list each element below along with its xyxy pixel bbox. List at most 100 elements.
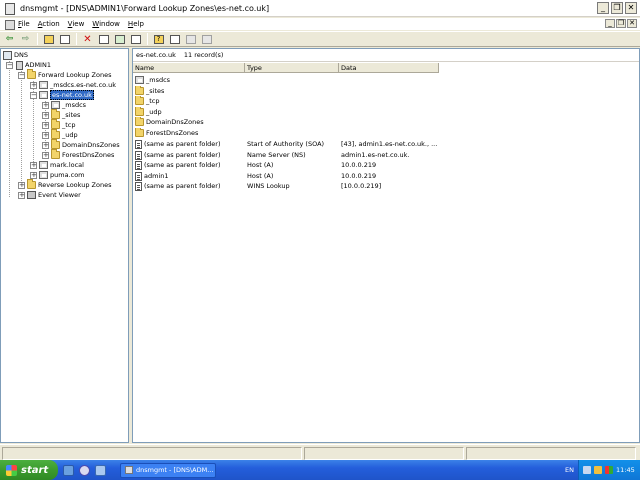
tree-label: ForestDnsZones	[62, 151, 115, 159]
expand-toggle[interactable]: +	[18, 192, 25, 199]
minimize-button[interactable]: _	[597, 2, 609, 14]
item-name: _msdcs	[146, 76, 171, 84]
record-data: 10.0.0.219	[341, 161, 377, 169]
restore-button[interactable]: ❐	[611, 2, 623, 14]
record-icon	[135, 160, 142, 170]
back-arrow-icon[interactable]: ⇦	[3, 33, 16, 46]
expand-toggle[interactable]: +	[30, 172, 37, 179]
expand-toggle[interactable]: +	[42, 152, 49, 159]
child-close-button[interactable]: ✕	[627, 19, 637, 28]
menu-window[interactable]: Window	[92, 20, 120, 28]
table-row[interactable]: (same as parent folder) Host (A) 10.0.0.…	[133, 160, 639, 170]
child-minimize-button[interactable]: _	[605, 19, 615, 28]
console-tree[interactable]: DNS − ADMIN1 − Forward Lookup Zones + _m…	[0, 48, 129, 443]
child-restore-button[interactable]: ❐	[616, 19, 626, 28]
expand-toggle[interactable]: +	[30, 82, 37, 89]
list-item[interactable]: _tcp	[133, 96, 639, 106]
tree-node-reverse-lookup-zones[interactable]: Reverse Lookup Zones	[27, 179, 111, 190]
event-viewer-icon	[27, 191, 36, 199]
table-row[interactable]: (same as parent folder) WINS Lookup [10.…	[133, 181, 639, 191]
collapse-toggle[interactable]: −	[6, 62, 13, 69]
up-folder-icon[interactable]	[42, 33, 55, 46]
quick-launch-desktop-icon[interactable]	[63, 464, 74, 476]
status-pane-secondary	[304, 447, 464, 460]
expand-toggle[interactable]: +	[42, 122, 49, 129]
taskbar-button-dnsmgmt[interactable]: dnsmgmt - [DNS\ADM...	[120, 462, 216, 478]
record-count: 11 record(s)	[183, 51, 224, 59]
list-item[interactable]: ForestDnsZones	[133, 128, 639, 138]
table-row[interactable]: (same as parent folder) Name Server (NS)…	[133, 150, 639, 160]
column-header-type[interactable]: Type	[245, 63, 339, 73]
window-title: dnsmgmt - [DNS\ADMIN1\Forward Lookup Zon…	[20, 3, 270, 13]
close-button[interactable]: ✕	[625, 2, 637, 14]
security-icon[interactable]	[594, 466, 602, 474]
child-window-controls: _ ❐ ✕	[605, 19, 637, 28]
toolbar-separator	[37, 33, 38, 45]
toolbar-separator	[76, 33, 77, 45]
record-icon[interactable]	[184, 33, 197, 46]
column-header-name[interactable]: Name	[133, 63, 245, 73]
list-item[interactable]: _udp	[133, 107, 639, 117]
record-name: (same as parent folder)	[144, 140, 221, 148]
tree-label-selected: es-net.co.uk	[50, 90, 94, 100]
quick-launch-explorer-icon[interactable]	[95, 464, 106, 476]
expand-toggle[interactable]: +	[42, 102, 49, 109]
folder-icon	[51, 119, 60, 129]
collapse-toggle[interactable]: −	[18, 72, 25, 79]
tree-node-subfolder[interactable]: DomainDnsZones	[51, 139, 120, 150]
tree-node-msdcs-zone[interactable]: _msdcs.es-net.co.uk	[39, 80, 116, 90]
show-hide-tree-icon[interactable]	[58, 33, 71, 46]
tree-node-admin1[interactable]: ADMIN1	[16, 60, 51, 70]
expand-toggle[interactable]: +	[30, 162, 37, 169]
tree-node-subfolder[interactable]: ForestDnsZones	[51, 149, 115, 160]
record-icon	[135, 171, 142, 181]
quick-launch-ie-icon[interactable]	[79, 464, 90, 476]
server-icon[interactable]	[168, 33, 181, 46]
language-indicator[interactable]: EN	[565, 466, 574, 474]
start-button[interactable]: start	[0, 460, 58, 480]
mmc-document-icon[interactable]	[4, 19, 15, 30]
expand-toggle[interactable]: +	[42, 112, 49, 119]
menu-help[interactable]: Help	[128, 20, 144, 28]
list-item[interactable]: _sites	[133, 86, 639, 96]
tree-label: puma.com	[50, 171, 85, 179]
tree-label: _msdcs.es-net.co.uk	[50, 81, 116, 89]
tree-node-dns[interactable]: DNS	[3, 50, 28, 60]
folder-icon	[27, 179, 36, 189]
collapse-toggle[interactable]: −	[30, 92, 37, 99]
details-pane[interactable]: es-net.co.uk 11 record(s) Name Type Data…	[132, 48, 640, 443]
expand-toggle[interactable]: +	[42, 142, 49, 149]
menu-action[interactable]: Action	[38, 20, 60, 28]
table-row[interactable]: admin1 Host (A) 10.0.0.219	[133, 171, 639, 181]
shield-icon[interactable]	[605, 466, 613, 474]
tree-label: Forward Lookup Zones	[38, 71, 112, 79]
tree-node-event-viewer[interactable]: Event Viewer	[27, 190, 81, 200]
dns-icon	[3, 50, 12, 60]
expand-toggle[interactable]: +	[42, 132, 49, 139]
tree-node-zone[interactable]: mark.local	[39, 160, 84, 170]
record-data: [10.0.0.219]	[341, 182, 382, 190]
network-icon[interactable]	[583, 466, 591, 474]
list-item[interactable]: DomainDnsZones	[133, 117, 639, 127]
tree-label: Event Viewer	[38, 191, 81, 199]
table-row[interactable]: (same as parent folder) Start of Authori…	[133, 139, 639, 149]
tree-node-es-net-zone[interactable]: es-net.co.uk	[39, 90, 94, 100]
folder-icon	[135, 86, 144, 95]
column-header-data[interactable]: Data	[339, 63, 439, 73]
tree-node-zone[interactable]: puma.com	[39, 170, 85, 180]
export-list-icon[interactable]	[129, 33, 142, 46]
list-item[interactable]: _msdcs	[133, 75, 639, 85]
status-pane-main	[2, 447, 302, 460]
record-type: Host (A)	[247, 172, 274, 180]
tree-node-forward-lookup-zones[interactable]: Forward Lookup Zones	[27, 69, 112, 80]
menu-view[interactable]: View	[68, 20, 85, 28]
forward-arrow-icon[interactable]: ⇨	[19, 33, 32, 46]
tree-label: ADMIN1	[25, 61, 51, 69]
expand-toggle[interactable]: +	[18, 182, 25, 189]
help-icon[interactable]: ?	[152, 33, 165, 46]
menu-file[interactable]: File	[18, 20, 30, 28]
disabled-icon[interactable]	[200, 33, 213, 46]
refresh-icon[interactable]	[113, 33, 126, 46]
properties-icon[interactable]	[97, 33, 110, 46]
delete-icon[interactable]: ✕	[81, 33, 94, 46]
